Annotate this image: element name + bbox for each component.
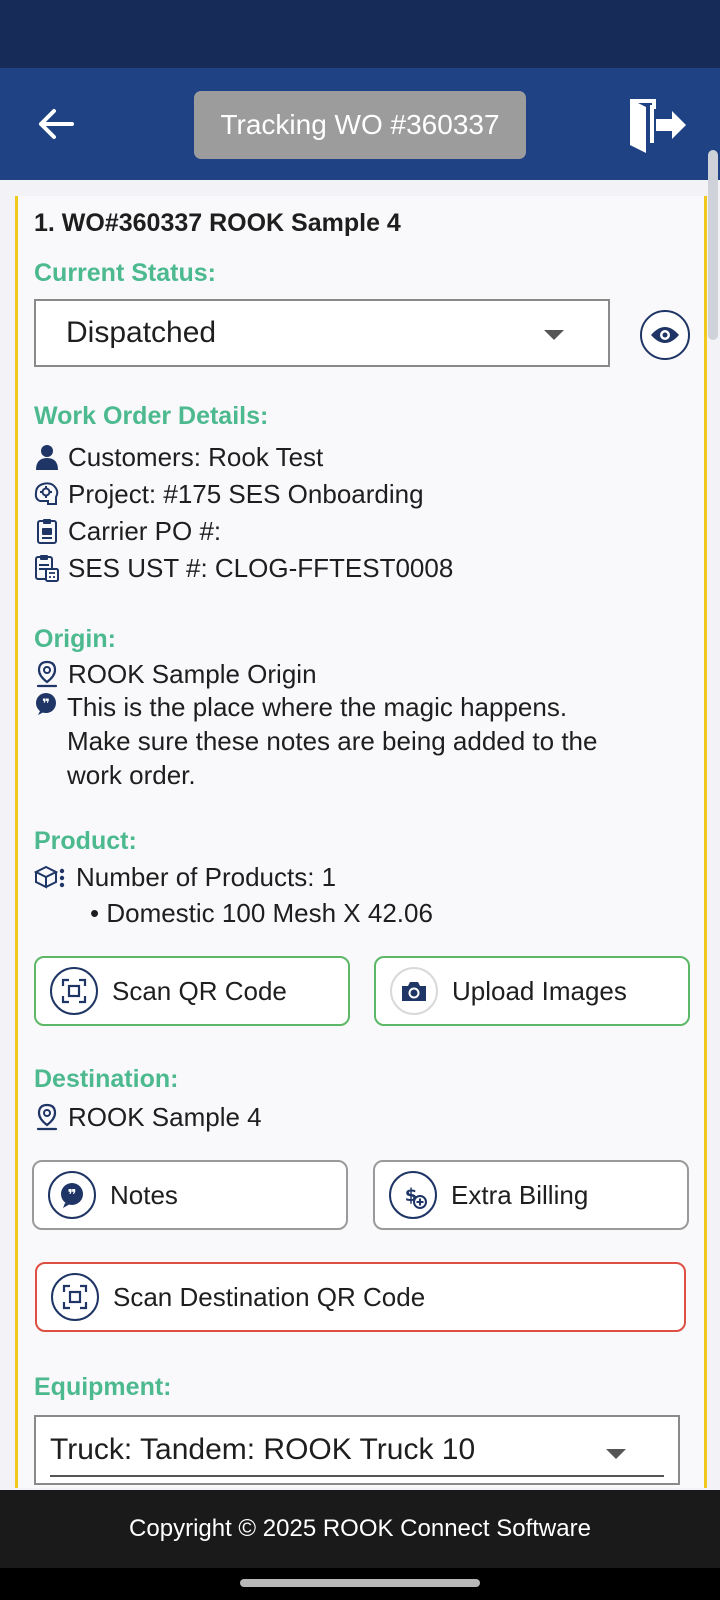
origin-notes-line-3: work order. <box>67 760 196 790</box>
origin-name: ROOK Sample Origin <box>68 659 317 689</box>
scan-qr-label: Scan QR Code <box>112 975 287 1006</box>
product-count-row: Number of Products: 1 <box>34 862 336 892</box>
status-dropdown[interactable]: Dispatched <box>34 299 610 367</box>
work-order-heading: 1. WO#360337 ROOK Sample 4 <box>34 209 401 237</box>
current-status-label: Current Status: <box>34 259 216 287</box>
dropdown-underline <box>50 1475 664 1477</box>
scrollbar-thumb[interactable] <box>708 150 718 340</box>
copyright-text: Copyright © 2025 ROOK Connect Software <box>129 1515 591 1542</box>
carrier-po-text: Carrier PO #: <box>68 516 222 546</box>
upload-images-label: Upload Images <box>452 975 627 1006</box>
view-status-button[interactable] <box>640 310 690 360</box>
ses-ust-text: SES UST #: CLOG-FFTEST0008 <box>68 553 454 583</box>
scan-qr-button[interactable]: Scan QR Code <box>34 956 350 1026</box>
destination-location-row: ROOK Sample 4 <box>34 1102 262 1132</box>
status-dropdown-value: Dispatched <box>66 316 217 349</box>
notes-label: Notes <box>110 1179 178 1210</box>
work-order-details-label: Work Order Details: <box>34 402 269 430</box>
system-status-bar <box>0 0 720 68</box>
qr-scan-icon <box>51 1273 99 1321</box>
svg-text:❞: ❞ <box>68 1186 77 1204</box>
map-pin-icon <box>34 1103 60 1131</box>
camera-icon <box>390 967 438 1015</box>
footer: Copyright © 2025 ROOK Connect Software <box>0 1490 720 1568</box>
equipment-dropdown[interactable]: Truck: Tandem: ROOK Truck 10 <box>34 1415 680 1485</box>
system-navigation-bar <box>0 1568 720 1600</box>
logout-button[interactable] <box>622 92 694 158</box>
origin-notes-line-2: Make sure these notes are being added to… <box>67 726 598 756</box>
carrier-po-row: Carrier PO #: <box>34 516 221 546</box>
dollar-plus-icon: $ <box>389 1171 437 1219</box>
product-item: • Domestic 100 Mesh X 42.06 <box>90 898 433 928</box>
notes-button[interactable]: ❞ Notes <box>32 1160 348 1230</box>
clipboard-badge-icon <box>34 517 60 545</box>
map-pin-icon <box>34 660 60 688</box>
notes-quote-icon: ❞ <box>48 1171 96 1219</box>
clipboard-calculator-icon <box>34 554 60 582</box>
scan-destination-qr-label: Scan Destination QR Code <box>113 1281 426 1312</box>
extra-billing-label: Extra Billing <box>451 1179 589 1210</box>
eye-icon <box>651 327 679 343</box>
origin-label: Origin: <box>34 625 116 653</box>
scan-destination-qr-button[interactable]: Scan Destination QR Code <box>35 1262 686 1332</box>
extra-billing-button[interactable]: $ Extra Billing <box>373 1160 689 1230</box>
svg-text:❞: ❞ <box>42 697 50 712</box>
product-count: Number of Products: 1 <box>76 862 337 892</box>
logout-door-icon <box>630 99 686 153</box>
project-row: Project: #175 SES Onboarding <box>34 479 424 509</box>
equipment-label: Equipment: <box>34 1373 172 1401</box>
brain-gear-icon <box>34 480 60 508</box>
product-label: Product: <box>34 827 137 855</box>
origin-location-row: ROOK Sample Origin <box>34 659 317 689</box>
quote-bubble-icon: ❞ <box>34 692 60 718</box>
qr-scan-icon <box>50 967 98 1015</box>
upload-images-button[interactable]: Upload Images <box>374 956 690 1026</box>
equipment-dropdown-value: Truck: Tandem: ROOK Truck 10 <box>50 1433 476 1466</box>
customers-row: Customers: Rook Test <box>34 442 323 472</box>
back-button[interactable] <box>30 98 82 150</box>
arrow-left-icon <box>39 109 74 139</box>
chevron-down-icon <box>544 330 564 340</box>
page-title: Tracking WO #360337 <box>194 91 526 159</box>
chevron-down-icon <box>606 1449 626 1459</box>
boxes-icon <box>34 863 68 891</box>
ses-ust-row: SES UST #: CLOG-FFTEST0008 <box>34 553 453 583</box>
destination-label: Destination: <box>34 1065 179 1093</box>
customers-text: Customers: Rook Test <box>68 442 324 472</box>
origin-notes-line-1: This is the place where the magic happen… <box>67 692 568 722</box>
user-icon <box>34 443 60 471</box>
project-text: Project: #175 SES Onboarding <box>68 479 424 509</box>
home-gesture-handle[interactable] <box>240 1579 480 1587</box>
destination-name: ROOK Sample 4 <box>68 1102 262 1132</box>
